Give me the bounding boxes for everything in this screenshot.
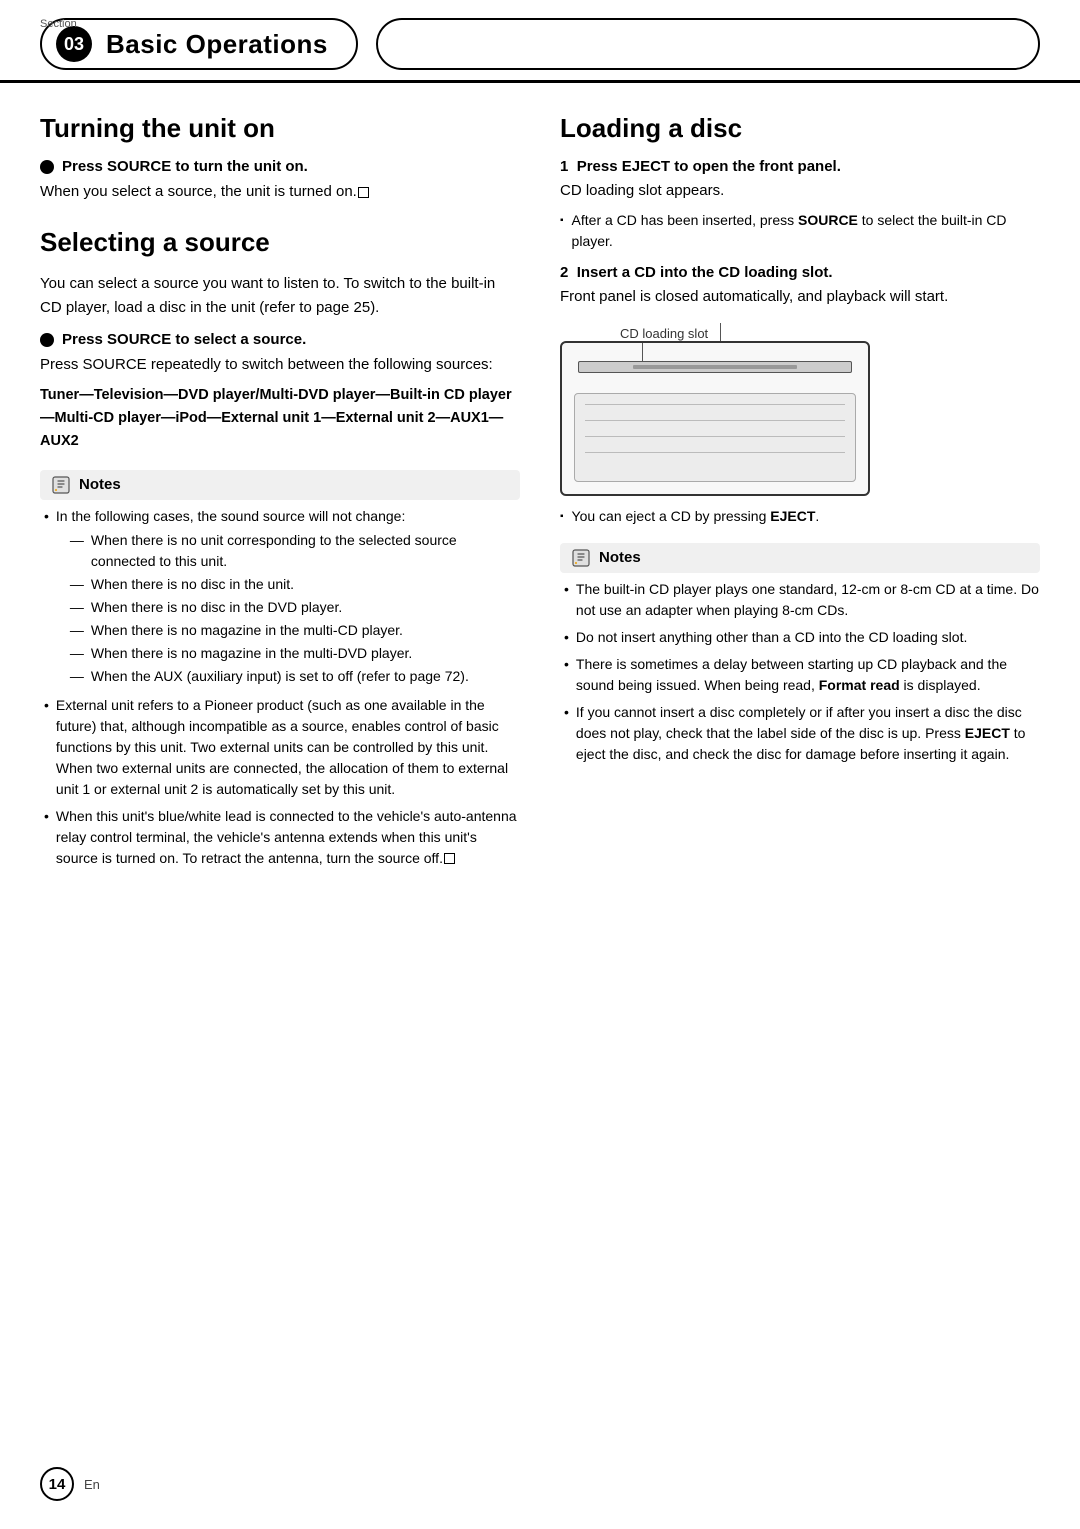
turning-on-section: Turning the unit on Press SOURCE to turn… — [40, 113, 520, 203]
step-2: 2 Insert a CD into the CD loading slot. … — [560, 264, 1040, 308]
sub-item-2: When there is no disc in the unit. — [70, 574, 520, 595]
right-column: Loading a disc 1 Press EJECT to open the… — [560, 113, 1040, 879]
selecting-source-para2: Press SOURCE repeatedly to switch betwee… — [40, 353, 520, 376]
selecting-source-para1: You can select a source you want to list… — [40, 272, 520, 319]
step-2-heading: 2 Insert a CD into the CD loading slot. — [560, 264, 1040, 281]
bullet-dot-2 — [40, 333, 54, 347]
left-column: Turning the unit on Press SOURCE to turn… — [40, 113, 520, 879]
header-right-box — [376, 18, 1040, 70]
step-2-para: Front panel is closed automatically, and… — [560, 285, 1040, 308]
notes-icon — [50, 474, 72, 496]
cd-illustration: CD loading slot — [560, 323, 1040, 496]
main-content: Turning the unit on Press SOURCE to turn… — [0, 83, 1080, 909]
turning-on-para: When you select a source, the unit is tu… — [40, 180, 520, 203]
loading-disc-notes: Notes The built-in CD player plays one s… — [560, 543, 1040, 765]
section-label: Section — [40, 18, 77, 30]
step-1-para: CD loading slot appears. — [560, 179, 1040, 202]
turning-on-heading: Turning the unit on — [40, 113, 520, 144]
sub-item-1: When there is no unit corresponding to t… — [70, 530, 520, 572]
loading-disc-heading: Loading a disc — [560, 113, 1040, 144]
loading-notes-list: The built-in CD player plays one standar… — [560, 579, 1040, 765]
notes-icon-2 — [570, 547, 592, 569]
selecting-source-section: Selecting a source You can select a sour… — [40, 227, 520, 453]
loading-note-4: If you cannot insert a disc completely o… — [560, 702, 1040, 765]
note-item-2: External unit refers to a Pioneer produc… — [40, 695, 520, 800]
eject-note: You can eject a CD by pressing EJECT. — [560, 506, 1040, 527]
cd-loading-label: CD loading slot — [620, 326, 708, 341]
loading-disc-section: Loading a disc 1 Press EJECT to open the… — [560, 113, 1040, 765]
sub-item-6: When the AUX (auxiliary input) is set to… — [70, 666, 520, 687]
press-source-select-heading: Press SOURCE to select a source. — [40, 331, 520, 348]
header: 03 Basic Operations — [0, 0, 1080, 83]
loading-notes-header: Notes — [560, 543, 1040, 573]
lang-label: En — [84, 1477, 100, 1492]
sub-item-3: When there is no disc in the DVD player. — [70, 597, 520, 618]
sub-list-1: When there is no unit corresponding to t… — [56, 530, 520, 687]
cd-device-diagram — [560, 341, 870, 496]
selecting-source-heading: Selecting a source — [40, 227, 520, 258]
section-badge: 03 Basic Operations — [40, 18, 358, 70]
page-number: 14 — [40, 1467, 74, 1501]
sub-item-5: When there is no magazine in the multi-D… — [70, 643, 520, 664]
step-1-heading: 1 Press EJECT to open the front panel. — [560, 158, 1040, 175]
footer: 14 En — [40, 1467, 100, 1501]
step-1: 1 Press EJECT to open the front panel. C… — [560, 158, 1040, 252]
section-number: 03 — [56, 26, 92, 62]
note-item-1: In the following cases, the sound source… — [40, 506, 520, 689]
loading-note-1: The built-in CD player plays one standar… — [560, 579, 1040, 621]
section-title: Basic Operations — [106, 29, 328, 60]
cd-label-row: CD loading slot — [560, 323, 721, 341]
sources-text: Tuner—Television—DVD player/Multi-DVD pl… — [40, 384, 520, 454]
step-1-bullet: After a CD has been inserted, press SOUR… — [560, 210, 1040, 252]
notes-list: In the following cases, the sound source… — [40, 506, 520, 869]
sub-item-4: When there is no magazine in the multi-C… — [70, 620, 520, 641]
bullet-dot — [40, 160, 54, 174]
notes-header: Notes — [40, 470, 520, 500]
note-item-3: When this unit's blue/white lead is conn… — [40, 806, 520, 869]
stop-icon — [358, 187, 369, 198]
press-source-on-heading: Press SOURCE to turn the unit on. — [40, 158, 520, 175]
loading-note-3: There is sometimes a delay between start… — [560, 654, 1040, 696]
selecting-source-notes: Notes In the following cases, the sound … — [40, 470, 520, 869]
stop-icon-2 — [444, 853, 455, 864]
loading-note-2: Do not insert anything other than a CD i… — [560, 627, 1040, 648]
